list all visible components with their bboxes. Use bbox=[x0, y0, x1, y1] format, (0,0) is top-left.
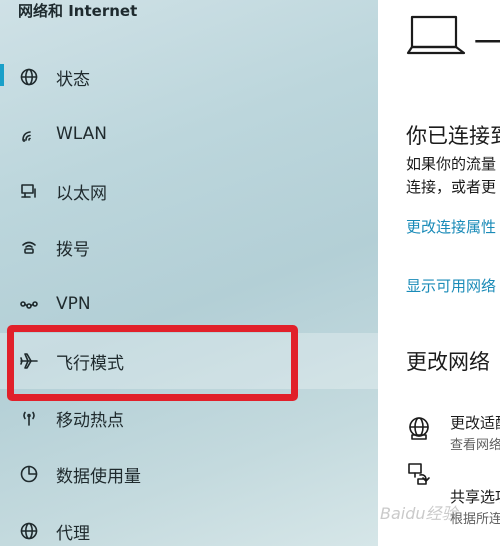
sidebar-item-label: 代理 bbox=[56, 523, 90, 544]
sidebar-item-wlan[interactable]: WLAN bbox=[0, 106, 378, 162]
sidebar-title: 网络和 Internet bbox=[18, 2, 138, 20]
hotspot-icon bbox=[17, 406, 41, 430]
dialup-icon bbox=[17, 235, 41, 259]
main-content: 一 你已连接到 如果你的流量 连接，或者更 更改连接属性 显示可用网络 更改网络… bbox=[378, 0, 500, 546]
sidebar-item-label: 数据使用量 bbox=[56, 466, 141, 487]
sidebar-item-status[interactable]: 状态 bbox=[0, 49, 378, 105]
status-description: 连接，或者更 bbox=[406, 178, 497, 196]
highlight-annotation-box bbox=[7, 325, 298, 401]
wifi-icon bbox=[17, 122, 41, 146]
watermark: Baidu经验 bbox=[380, 504, 458, 523]
proxy-globe-icon bbox=[17, 519, 41, 543]
sidebar-item-data-usage[interactable]: 数据使用量 bbox=[0, 446, 378, 502]
sidebar-item-label: 移动热点 bbox=[56, 410, 124, 431]
globe-icon bbox=[17, 65, 41, 89]
change-connection-properties-link[interactable]: 更改连接属性 bbox=[406, 216, 496, 237]
sidebar-item-label: 拨号 bbox=[56, 239, 90, 260]
change-adapter-options-desc: 查看网络 bbox=[450, 438, 500, 453]
adapter-globe-icon bbox=[406, 415, 432, 441]
sidebar: 网络和 Internet 状态 WLAN 以太网 拨号 VPN 飞行模式 移动热… bbox=[0, 0, 378, 546]
laptop-icon bbox=[406, 14, 466, 60]
sidebar-item-label: 状态 bbox=[56, 69, 90, 90]
sidebar-item-vpn[interactable]: VPN bbox=[0, 276, 378, 332]
change-adapter-options-title[interactable]: 更改适配 bbox=[450, 412, 500, 433]
sidebar-item-ethernet[interactable]: 以太网 bbox=[0, 163, 378, 219]
show-available-networks-link[interactable]: 显示可用网络 bbox=[406, 275, 496, 296]
sidebar-item-label: WLAN bbox=[56, 124, 108, 144]
status-heading: 你已连接到 bbox=[406, 124, 500, 148]
change-network-settings-heading: 更改网络 bbox=[406, 350, 490, 374]
sharing-icon bbox=[406, 460, 432, 486]
sidebar-item-dialup[interactable]: 拨号 bbox=[0, 219, 378, 275]
status-description: 如果你的流量 bbox=[406, 155, 497, 173]
network-name: 一 bbox=[474, 26, 500, 61]
data-usage-icon bbox=[17, 462, 41, 486]
sidebar-item-label: VPN bbox=[56, 294, 91, 314]
vpn-icon bbox=[17, 292, 41, 316]
sidebar-item-proxy[interactable]: 代理 bbox=[0, 503, 378, 546]
ethernet-icon bbox=[17, 179, 41, 203]
sidebar-item-label: 以太网 bbox=[56, 183, 107, 204]
